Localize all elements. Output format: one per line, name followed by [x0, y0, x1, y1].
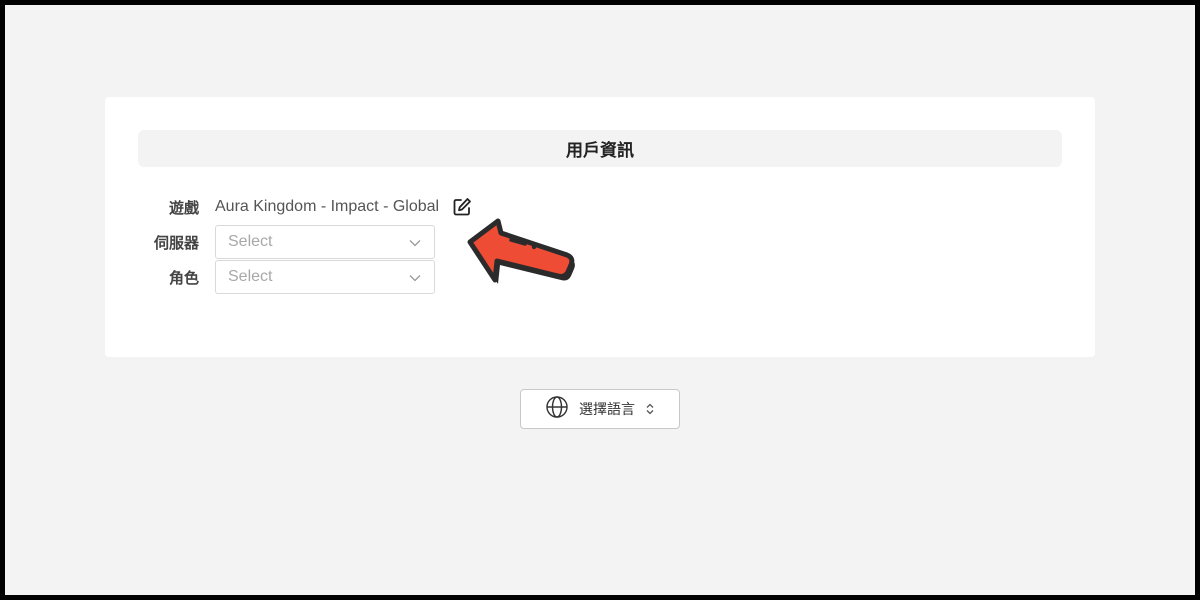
card-title: 用戶資訊	[566, 141, 634, 161]
game-row: 遊戲 Aura Kingdom - Impact - Global	[138, 190, 473, 224]
language-select-button[interactable]: 選擇語言	[520, 389, 680, 429]
server-label: 伺服器	[153, 233, 199, 252]
server-row: 伺服器 Select	[138, 225, 435, 259]
updown-chevron-icon	[646, 403, 654, 415]
role-label: 角色	[168, 268, 199, 287]
language-label: 選擇語言	[579, 402, 635, 418]
user-info-card: 用戶資訊 遊戲 Aura Kingdom - Impact - Global 伺…	[105, 97, 1095, 357]
pointer-arrow-icon	[467, 218, 575, 284]
game-value: Aura Kingdom - Impact - Global	[215, 198, 440, 215]
page-background: 用戶資訊 遊戲 Aura Kingdom - Impact - Global 伺…	[5, 5, 1195, 595]
role-select-placeholder: Select	[228, 268, 273, 285]
server-select[interactable]: Select	[215, 225, 435, 259]
server-select-placeholder: Select	[228, 233, 273, 250]
chevron-down-icon	[409, 240, 421, 247]
game-label: 遊戲	[168, 198, 199, 217]
chevron-down-icon	[409, 275, 421, 282]
globe-icon	[546, 396, 568, 418]
role-select[interactable]: Select	[215, 260, 435, 294]
role-row: 角色 Select	[138, 260, 435, 294]
card-header: 用戶資訊	[138, 130, 1062, 167]
